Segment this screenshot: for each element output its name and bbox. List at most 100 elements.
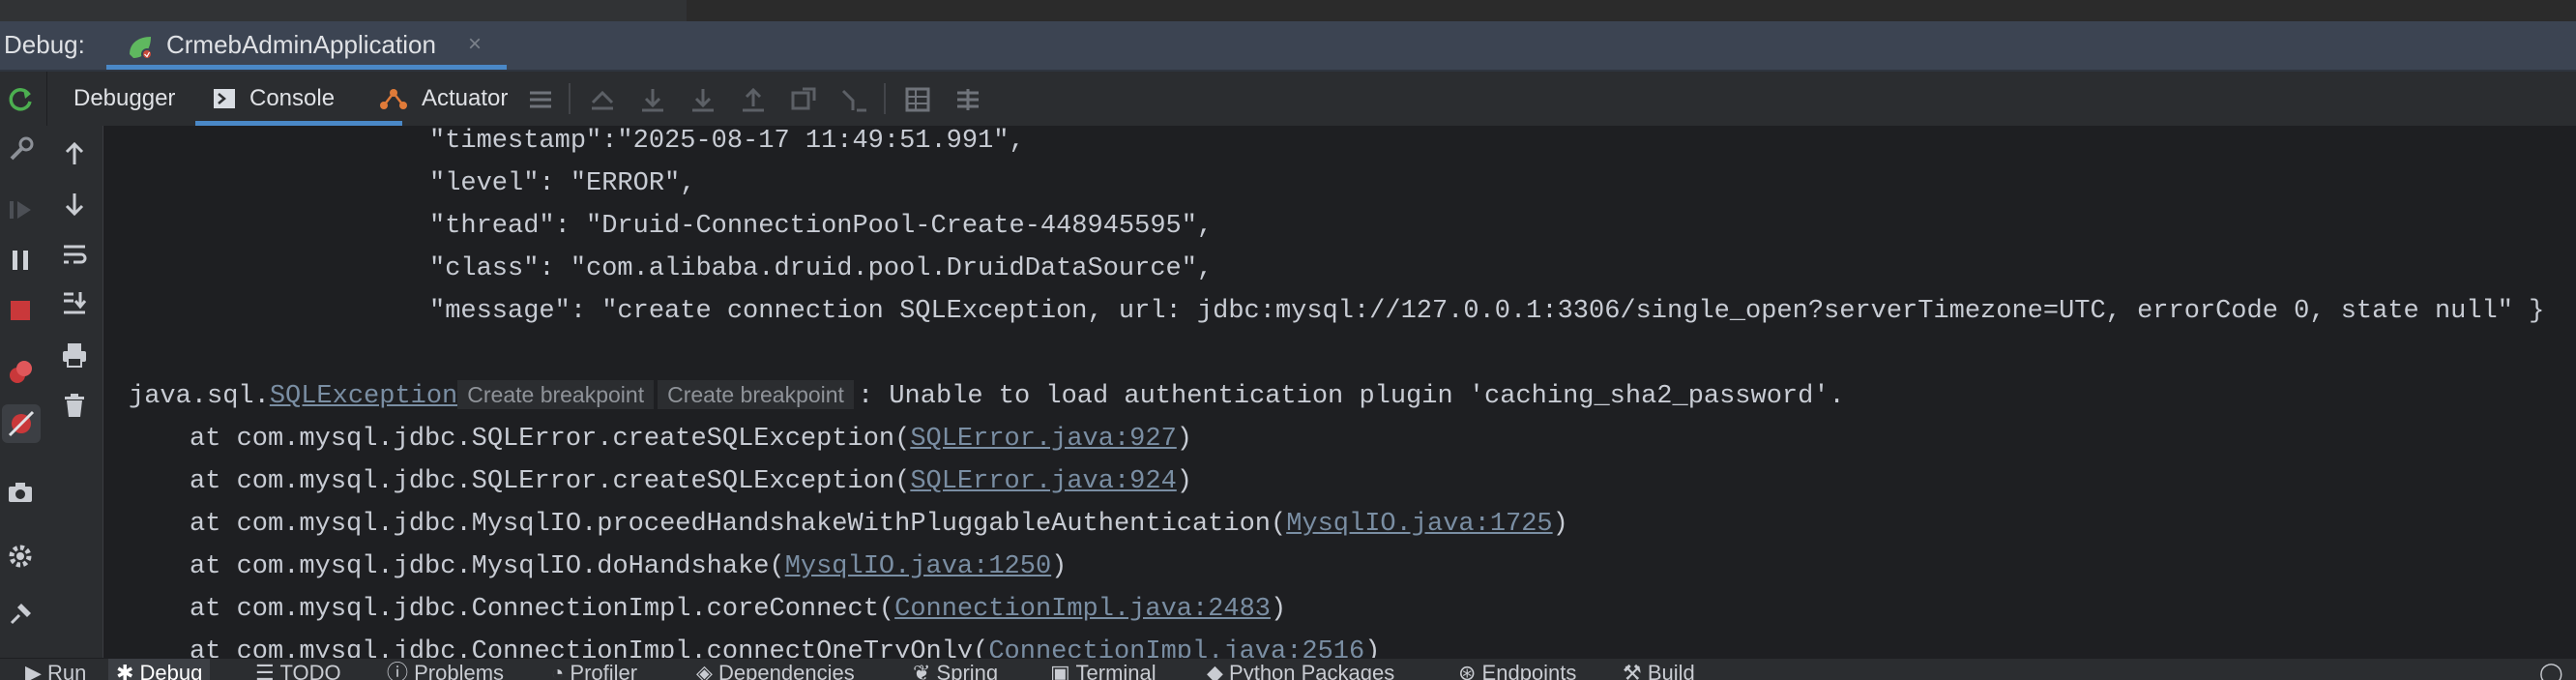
debug-icon: ✱	[116, 661, 140, 680]
create-breakpoint-button[interactable]: Create breakpoint	[658, 380, 854, 409]
stack-frame-end: )	[1176, 425, 1192, 454]
mute-breakpoints-icon[interactable]	[2, 404, 41, 443]
bottom-tab-label: Debug	[139, 661, 203, 680]
stack-source-link[interactable]: ConnectionImpl.java:2516	[988, 637, 1364, 658]
bottom-tab-python-packages[interactable]: ◆ Python Packages	[1207, 659, 1394, 680]
bottom-tab-label: Endpoints	[1481, 661, 1577, 680]
arrow-down-icon[interactable]	[60, 190, 89, 219]
json-line: "timestamp":"2025-08-17 11:49:51.991",	[429, 127, 1025, 156]
tab-debugger-label: Debugger	[73, 85, 176, 111]
stack-frame-text: at com.mysql.jdbc.SQLError.createSQLExce…	[190, 467, 911, 496]
bottom-tab-profiler[interactable]: ◔ Profiler	[551, 659, 637, 680]
spring-icon: ❦	[913, 661, 937, 680]
view-breakpoints-icon[interactable]	[6, 358, 35, 387]
bottom-tab-endpoints[interactable]: ⊛ Endpoints	[1458, 659, 1576, 680]
debug-tabs-row: Debugger Console Actuator	[46, 72, 2576, 127]
rerun-icon[interactable]	[6, 85, 35, 114]
clear-all-trash-icon[interactable]	[60, 391, 89, 420]
problems-icon: ⓘ	[387, 661, 415, 680]
debug-side-toolbar	[0, 72, 47, 658]
scroll-to-end-icon[interactable]	[60, 288, 89, 317]
stack-frame-text: at com.mysql.jdbc.MysqlIO.proceedHandsha…	[190, 510, 1287, 539]
toolbar-separator	[569, 83, 571, 114]
terminal-icon: ▣	[1050, 661, 1076, 680]
stack-frame-end: )	[1271, 595, 1287, 624]
soft-wrap-icon[interactable]	[60, 240, 89, 269]
dependencies-icon: ◈	[696, 661, 719, 680]
step-out-icon[interactable]	[739, 85, 768, 114]
bottom-tab-label: Dependencies	[718, 661, 855, 680]
pin-icon[interactable]	[6, 600, 35, 629]
stack-frame-text: at com.mysql.jdbc.ConnectionImpl.coreCon…	[190, 595, 895, 624]
console-gutter-toolbar	[46, 126, 103, 658]
debug-label: Debug:	[4, 30, 85, 59]
tab-console-label: Console	[249, 85, 336, 111]
step-into-icon[interactable]	[688, 85, 717, 114]
pause-icon[interactable]	[6, 246, 35, 275]
tab-actuator-label: Actuator	[422, 85, 509, 111]
bottom-tab-label: Run	[47, 661, 87, 680]
bottom-tab-label: Terminal	[1075, 661, 1156, 680]
bottom-tab-problems[interactable]: ⓘ Problems	[387, 659, 504, 680]
exception-line: java.sql.SQLException Create breakpoint Cr…	[129, 380, 1845, 411]
stack-line: at com.mysql.jdbc.ConnectionImpl.connect…	[190, 637, 1380, 658]
profiler-icon: ◔	[551, 661, 571, 680]
json-line: "message": "create connection SQLExcepti…	[429, 297, 2545, 326]
show-execution-point-icon[interactable]	[588, 85, 617, 114]
bottom-tab-terminal[interactable]: ▣ Terminal	[1050, 659, 1156, 680]
evaluate-expression-icon[interactable]	[903, 85, 932, 114]
python-packages-icon: ◆	[1207, 661, 1230, 680]
resume-icon[interactable]	[6, 195, 35, 224]
tab-debugger[interactable]: Debugger	[73, 72, 175, 126]
camera-icon[interactable]	[6, 478, 35, 507]
stack-frame-end: )	[1051, 552, 1068, 581]
bottom-tab-label: Build	[1647, 661, 1695, 680]
exception-message: : Unable to load authentication plugin '…	[857, 382, 1845, 411]
bottom-tab-todo[interactable]: ☰ TODO	[255, 659, 341, 680]
bottom-tab-build[interactable]: ⚒ Build	[1623, 659, 1695, 680]
print-icon[interactable]	[60, 340, 89, 370]
layout-settings-icon[interactable]	[526, 85, 555, 114]
run-icon: ▶	[25, 661, 48, 680]
spring-boot-app-icon	[126, 33, 155, 62]
console-output[interactable]: "timestamp":"2025-08-17 11:49:51.991", "…	[103, 127, 2576, 658]
exception-class-link[interactable]: SQLException	[270, 382, 457, 411]
console-tab-underline	[195, 121, 402, 126]
trace-current-stream-icon[interactable]	[953, 85, 982, 114]
editor-fragment	[687, 0, 2576, 21]
bottom-tab-run[interactable]: ▶ Run	[25, 659, 86, 680]
stack-frame-text: at com.mysql.jdbc.ConnectionImpl.connect…	[190, 637, 989, 658]
json-line: "level": "ERROR",	[429, 169, 696, 198]
todo-icon: ☰	[255, 661, 280, 680]
stop-icon[interactable]	[6, 296, 35, 325]
close-session-tab-icon[interactable]: ×	[468, 31, 482, 58]
stack-source-link[interactable]: SQLError.java:927	[910, 425, 1176, 454]
stack-source-link[interactable]: ConnectionImpl.java:2483	[894, 595, 1271, 624]
bottom-tab-label: TODO	[279, 661, 341, 680]
stack-frame-text: at com.mysql.jdbc.SQLError.createSQLExce…	[190, 425, 911, 454]
tab-console[interactable]: Console	[195, 72, 402, 126]
bottom-tab-spring[interactable]: ❦ Spring	[913, 659, 998, 680]
run-to-cursor-icon[interactable]	[839, 85, 868, 114]
arrow-up-icon[interactable]	[60, 139, 89, 168]
json-line: "thread": "Druid-ConnectionPool-Create-4…	[429, 212, 1214, 241]
stack-source-link[interactable]: MysqlIO.java:1725	[1286, 510, 1552, 539]
settings-gear-icon[interactable]	[6, 542, 35, 571]
bottom-tab-debug[interactable]: ✱ Debug	[108, 659, 211, 680]
create-breakpoint-button[interactable]: Create breakpoint	[457, 380, 655, 409]
stack-source-link[interactable]: MysqlIO.java:1250	[785, 552, 1051, 581]
step-over-icon[interactable]	[638, 85, 667, 114]
session-tab-crmeb[interactable]: CrmebAdminApplication ×	[106, 21, 507, 70]
debug-toolwindow-header: Debug: CrmebAdminApplication ×	[0, 21, 2576, 72]
stack-line: at com.mysql.jdbc.ConnectionImpl.coreCon…	[190, 595, 1286, 624]
toolbar-separator	[884, 83, 886, 114]
console-icon	[213, 87, 236, 110]
stack-frame-end: )	[1552, 510, 1568, 539]
bottom-tab-dependencies[interactable]: ◈ Dependencies	[696, 659, 855, 680]
editor-strip	[0, 0, 2576, 21]
stack-source-link[interactable]: SQLError.java:924	[910, 467, 1176, 496]
drop-frame-icon[interactable]	[789, 85, 818, 114]
modify-run-config-icon[interactable]	[6, 135, 35, 164]
endpoints-icon: ⊛	[1458, 661, 1482, 680]
event-log-icon[interactable]: ◯	[2539, 659, 2563, 680]
